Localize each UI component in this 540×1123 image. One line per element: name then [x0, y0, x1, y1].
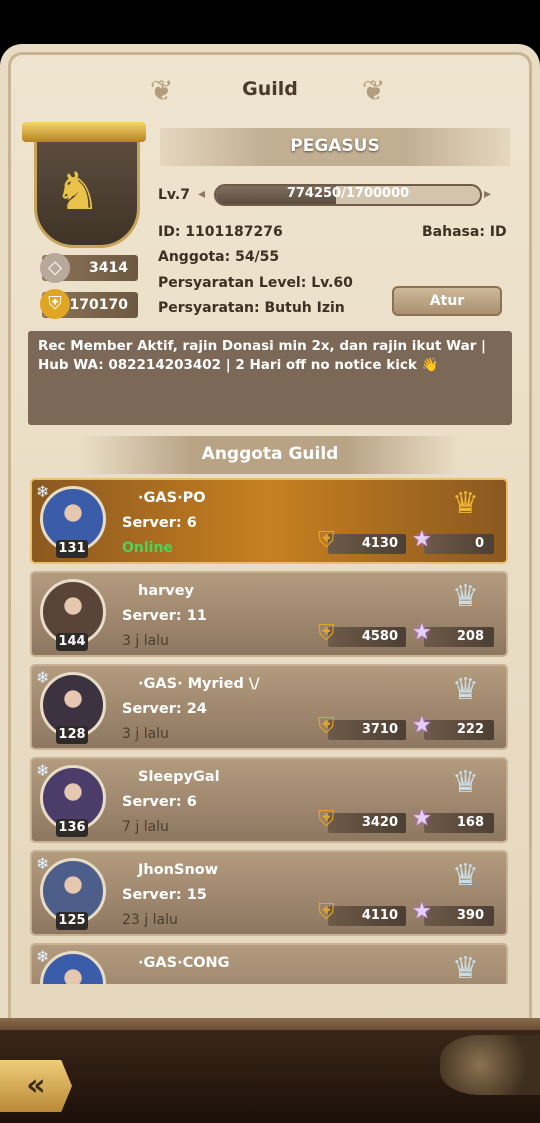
- member-stars: 390: [424, 906, 494, 926]
- coin-pile-icon: [440, 1035, 540, 1095]
- snowflake-icon: ❄: [36, 482, 50, 501]
- guild-rank-value: 3414: [89, 260, 128, 276]
- member-server: Server: 11: [122, 608, 207, 624]
- star-icon: ★: [412, 899, 432, 924]
- member-name: JhonSnow: [138, 862, 219, 878]
- star-icon: ★: [412, 806, 432, 831]
- member-server: Server: 15: [122, 887, 207, 903]
- member-status: 3 j lalu: [122, 633, 169, 649]
- member-power: 3420: [328, 813, 406, 833]
- shield-icon: ⛨: [318, 714, 335, 739]
- member-status: Online: [122, 540, 173, 556]
- member-level: 136: [56, 819, 88, 837]
- member-level: 131: [56, 540, 88, 558]
- member-power: 4110: [328, 906, 406, 926]
- member-name: ·GAS· Myried \/: [138, 676, 260, 692]
- member-status: 23 j lalu: [122, 912, 178, 928]
- member-power: 3710: [328, 720, 406, 740]
- star-icon: ★: [412, 620, 432, 645]
- member-name: harvey: [138, 583, 194, 599]
- guild-id: ID: 1101187276: [158, 224, 283, 240]
- gold-crown-icon: ♛: [452, 486, 479, 521]
- member-level: 144: [56, 633, 88, 651]
- guild-emblem[interactable]: ♞: [22, 122, 146, 248]
- silver-crown-icon: ♛: [452, 579, 479, 614]
- member-name: SleepyGal: [138, 769, 220, 785]
- member-power: 4130: [328, 534, 406, 554]
- snowflake-icon: ❄: [36, 947, 50, 966]
- silver-crown-icon: ♛: [452, 858, 479, 893]
- shield-icon: ⛨: [318, 528, 335, 553]
- star-icon: ★: [412, 527, 432, 552]
- horse-head-icon: ♞: [54, 162, 101, 222]
- member-row[interactable]: 144 harvey Server: 11 3 j lalu 4580 ⛨ 208 ★ ♛: [30, 571, 508, 657]
- shield-icon: ⛨: [318, 900, 335, 925]
- member-row[interactable]: ❄ ·GAS·CONG ♛: [30, 943, 508, 984]
- xp-text: 774250/1700000: [286, 186, 410, 201]
- member-row[interactable]: ❄ 125 JhonSnow Server: 15 23 j lalu 4110 ⛨ 390 ★…: [30, 850, 508, 936]
- member-stars: 208: [424, 627, 494, 647]
- member-status: 7 j lalu: [122, 819, 169, 835]
- settings-button[interactable]: Atur: [392, 286, 502, 316]
- member-level: 128: [56, 726, 88, 744]
- member-name: ·GAS·CONG: [138, 955, 230, 971]
- shield-icon: ⛨: [318, 621, 335, 646]
- snowflake-icon: ❄: [36, 668, 50, 687]
- member-row[interactable]: ❄ 136 SleepyGal Server: 6 7 j lalu 3420 ⛨ 168 ★ ♛: [30, 757, 508, 843]
- silver-crown-icon: ♛: [452, 672, 479, 707]
- member-list[interactable]: ❄ 131 ·GAS·PO Server: 6 Online 4130 ⛨ 0 ★ ♛ 144 har…: [28, 478, 512, 984]
- member-status: 3 j lalu: [122, 726, 169, 742]
- member-level: 125: [56, 912, 88, 930]
- member-server: Server: 24: [122, 701, 207, 717]
- member-server: Server: 6: [122, 515, 197, 531]
- guild-level: Lv.7: [158, 187, 190, 203]
- join-requirement: Persyaratan: Butuh Izin: [158, 300, 345, 316]
- member-row[interactable]: ❄ 131 ·GAS·PO Server: 6 Online 4130 ⛨ 0 ★ ♛: [30, 478, 508, 564]
- level-requirement: Persyaratan Level: Lv.60: [158, 275, 353, 291]
- member-stars: 168: [424, 813, 494, 833]
- emblem-cap: [22, 122, 146, 142]
- member-name: ·GAS·PO: [138, 490, 206, 506]
- guild-notice: Rec Member Aktif, rajin Donasi min 2x, d…: [28, 331, 512, 425]
- star-icon: ★: [412, 713, 432, 738]
- guild-name: PEGASUS: [290, 136, 380, 156]
- guild-power-value: 170170: [69, 297, 128, 313]
- xp-left-arrow-icon: ◂: [198, 186, 206, 202]
- back-arrow-icon[interactable]: «: [0, 1060, 72, 1112]
- silver-crown-icon: ♛: [452, 951, 479, 984]
- section-title: Anggota Guild: [201, 444, 339, 464]
- shield-icon: ⛨: [318, 807, 335, 832]
- member-server: Server: 6: [122, 794, 197, 810]
- snowflake-icon: ❄: [36, 761, 50, 780]
- xp-right-arrow-icon: ▸: [484, 186, 492, 202]
- page-title: Guild: [242, 78, 298, 100]
- guild-members-count: Anggota: 54/55: [158, 249, 280, 265]
- member-power: 4580: [328, 627, 406, 647]
- member-stars: 0: [424, 534, 494, 554]
- shield-icon: ⛨: [40, 289, 70, 319]
- silver-crown-icon: ♛: [452, 765, 479, 800]
- member-stars: 222: [424, 720, 494, 740]
- diamond-icon: ◇: [40, 253, 70, 283]
- member-avatar[interactable]: [40, 951, 106, 984]
- snowflake-icon: ❄: [36, 854, 50, 873]
- guild-language: Bahasa: ID: [422, 224, 507, 240]
- member-row[interactable]: ❄ 128 ·GAS· Myried \/ Server: 24 3 j lalu 371…: [30, 664, 508, 750]
